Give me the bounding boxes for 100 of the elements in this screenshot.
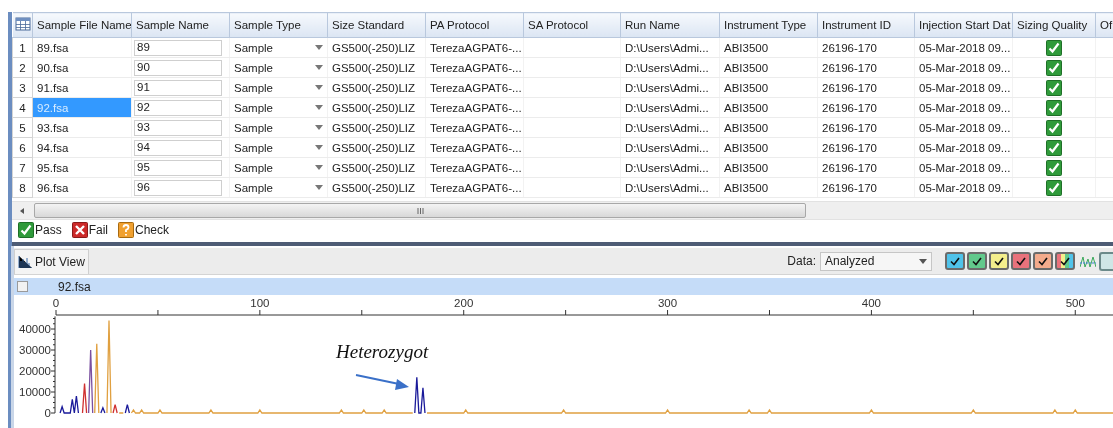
data-label: Data: [787, 254, 816, 268]
table-cell: D:\Users\Admi... [620, 97, 720, 118]
table-cell: GS500(-250)LIZ [327, 157, 426, 178]
dye-toggle-button[interactable] [967, 252, 987, 270]
caret-icon [315, 85, 323, 90]
table-cell: ABI3500 [719, 137, 818, 158]
sample-type-dropdown[interactable]: Sample [234, 181, 323, 194]
dye-toggle-button[interactable] [945, 252, 965, 270]
axis-tick-label: 300 [657, 297, 678, 309]
table-cell: GS500(-250)LIZ [327, 57, 426, 78]
table-cell: TerezaAGPAT6-... [425, 157, 524, 178]
sample-type-dropdown[interactable]: Sample [234, 81, 323, 94]
table-cell: 05-Mar-2018 09... [914, 37, 1013, 58]
table-cell: ABI3500 [719, 37, 818, 58]
column-header[interactable]: Sample File Name [32, 12, 132, 38]
sample-name-field[interactable]: 94 [134, 139, 222, 156]
data-dropdown[interactable]: Analyzed [820, 251, 932, 271]
table-cell: D:\Users\Admi... [620, 117, 720, 138]
view-toggle-button[interactable] [1099, 251, 1113, 271]
table-cell: ABI3500 [719, 177, 818, 198]
column-header[interactable]: Run Name [620, 12, 720, 38]
sample-name-field[interactable]: 89 [134, 39, 222, 56]
table-cell[interactable]: 95.fsa [32, 157, 132, 178]
column-header[interactable]: Sample Type [229, 12, 328, 38]
table-cell[interactable]: 93.fsa [32, 117, 132, 138]
table-cell: 26196-170 [817, 137, 915, 158]
bar-chart-icon [18, 255, 32, 268]
axis-tick-label: 200 [454, 297, 474, 309]
dye-toggle-button[interactable] [1033, 252, 1053, 270]
column-header[interactable]: Instrument Type [719, 12, 818, 38]
table-cell: TerezaAGPAT6-... [425, 117, 524, 138]
column-header[interactable]: SA Protocol [523, 12, 621, 38]
horizontal-scrollbar[interactable] [12, 201, 1113, 220]
sample-type-dropdown[interactable]: Sample [234, 121, 323, 134]
row-number: 1 [12, 37, 33, 58]
question-icon [118, 222, 135, 238]
table-cell: GS500(-250)LIZ [327, 177, 426, 198]
table-cell: GS500(-250)LIZ [327, 97, 426, 118]
plot-view-tab[interactable]: Plot View [14, 248, 89, 274]
row-number: 2 [12, 57, 33, 78]
axis-tick-label: 0 [52, 297, 60, 309]
table-cell[interactable]: 90.fsa [32, 57, 132, 78]
axis-tick-label: 30000 [19, 344, 51, 356]
sample-name-field[interactable]: 91 [134, 79, 222, 96]
axis-tick-label: 20000 [19, 365, 51, 377]
sample-name-field[interactable]: 90 [134, 59, 222, 76]
sample-name-field[interactable]: 95 [134, 159, 222, 176]
column-header[interactable]: Instrument ID [817, 12, 915, 38]
table-icon[interactable] [14, 16, 31, 32]
caret-icon [315, 145, 323, 150]
table-cell: 26196-170 [817, 97, 915, 118]
annotation-arrow [355, 374, 409, 390]
caret-icon [315, 105, 323, 110]
table-cell: ABI3500 [719, 157, 818, 178]
table-cell: D:\Users\Admi... [620, 37, 720, 58]
legend-label: Fail [88, 223, 109, 237]
caret-icon [919, 258, 927, 264]
check-icon [950, 256, 960, 266]
table-cell: TerezaAGPAT6-... [425, 177, 524, 198]
table-cell[interactable]: 96.fsa [32, 177, 132, 198]
column-header[interactable]: Sizing Quality [1012, 12, 1096, 38]
check-icon [994, 256, 1004, 266]
table-cell[interactable]: 89.fsa [32, 37, 132, 58]
sample-name-field[interactable]: 92 [134, 99, 222, 116]
caret-icon [315, 185, 323, 190]
check-icon [1038, 256, 1048, 266]
table-cell: 26196-170 [817, 37, 915, 58]
legend-label: Pass [35, 223, 62, 237]
column-header[interactable]: Sample Name [131, 12, 230, 38]
column-header[interactable]: Injection Start Dat [914, 12, 1013, 38]
table-cell: TerezaAGPAT6-... [425, 77, 524, 98]
table-cell[interactable]: 91.fsa [32, 77, 132, 98]
sample-type-dropdown[interactable]: Sample [234, 101, 323, 114]
caret-icon [315, 45, 323, 50]
row-number: 4 [12, 97, 33, 118]
row-number: 5 [12, 117, 33, 138]
annotation-label: Heterozygot [336, 341, 429, 362]
column-header[interactable]: PA Protocol [425, 12, 524, 38]
table-cell: TerezaAGPAT6-... [425, 57, 524, 78]
table-cell: 05-Mar-2018 09... [914, 157, 1013, 178]
dye-toggle-button[interactable] [1011, 252, 1031, 270]
caret-icon [315, 65, 323, 70]
scrollbar-thumb[interactable] [34, 203, 806, 218]
table-cell: 26196-170 [817, 77, 915, 98]
sample-type-dropdown[interactable]: Sample [234, 61, 323, 74]
table-cell: 05-Mar-2018 09... [914, 77, 1013, 98]
peaks-icon[interactable] [1080, 254, 1096, 268]
sample-name-field[interactable]: 96 [134, 179, 222, 196]
axis-tick-label: 40000 [19, 323, 51, 335]
sample-type-dropdown[interactable]: Sample [234, 161, 323, 174]
dye-toggle-button[interactable] [1055, 252, 1075, 270]
sample-name-field[interactable]: 93 [134, 119, 222, 136]
checkbox[interactable] [17, 281, 28, 292]
sample-type-dropdown[interactable]: Sample [234, 41, 323, 54]
table-cell[interactable]: 94.fsa [32, 137, 132, 158]
dye-toggle-button[interactable] [989, 252, 1009, 270]
sample-type-dropdown[interactable]: Sample [234, 141, 323, 154]
table-cell: GS500(-250)LIZ [327, 77, 426, 98]
column-header[interactable]: Size Standard [327, 12, 426, 38]
table-cell: TerezaAGPAT6-... [425, 97, 524, 118]
